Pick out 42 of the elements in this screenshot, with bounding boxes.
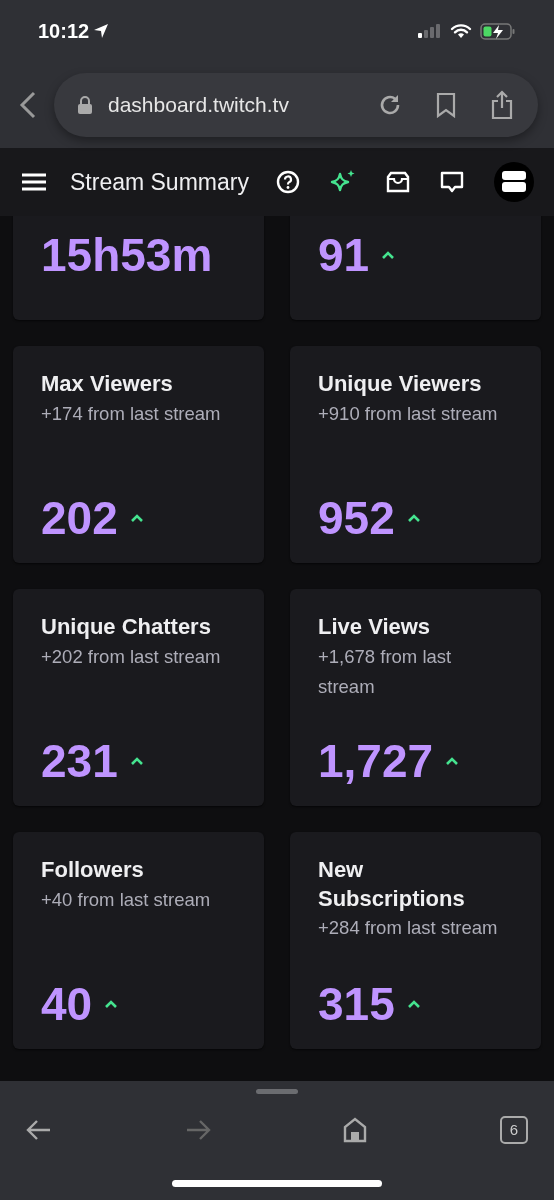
- stat-value: 315: [318, 981, 395, 1027]
- menu-icon[interactable]: [22, 173, 46, 191]
- drag-handle[interactable]: [256, 1089, 298, 1094]
- battery-charging-icon: [480, 22, 516, 40]
- stat-change: +174 from last stream: [41, 401, 222, 426]
- back-chevron-icon[interactable]: [18, 90, 38, 120]
- reload-icon[interactable]: [378, 93, 402, 117]
- stat-change: +202 from last stream: [41, 644, 222, 669]
- stat-title: New Subscriptions: [318, 856, 466, 913]
- stat-value: 952: [318, 495, 395, 541]
- inbox-icon[interactable]: [386, 171, 410, 193]
- wifi-icon: [450, 23, 472, 39]
- lock-icon: [78, 96, 92, 114]
- stat-title: Unique Chatters: [41, 613, 212, 641]
- stat-change: +1,678 from last stream: [318, 644, 453, 700]
- chat-bubble-icon[interactable]: [440, 170, 464, 194]
- page-title: Stream Summary: [70, 167, 250, 197]
- bookmark-icon[interactable]: [436, 92, 456, 118]
- stat-value: 15h53m: [41, 232, 213, 278]
- url-text: dashboard.twitch.tv: [108, 92, 290, 119]
- signal-icon: [418, 24, 442, 38]
- share-icon[interactable]: [490, 90, 514, 120]
- stat-value: 91: [318, 232, 370, 278]
- stat-value: 40: [41, 981, 93, 1027]
- stat-title: Max Viewers: [41, 370, 174, 398]
- clock-time: 10:12: [38, 19, 90, 44]
- stat-value: 1,727: [318, 738, 434, 784]
- tab-count-button[interactable]: 6: [499, 1116, 528, 1144]
- stat-title: Live Views: [318, 613, 432, 641]
- stat-change: +284 from last stream: [318, 916, 499, 941]
- stat-change: +40 from last stream: [41, 887, 212, 912]
- back-arrow-icon[interactable]: [26, 1119, 52, 1141]
- avatar-icon[interactable]: [494, 162, 534, 202]
- address-bar[interactable]: dashboard.twitch.tv: [54, 73, 538, 137]
- stat-title: Followers: [41, 856, 145, 884]
- stat-value: 202: [41, 495, 118, 541]
- stat-title: Unique Viewers: [318, 370, 483, 398]
- stat-value: 231: [41, 738, 118, 784]
- stat-change: +910 from last stream: [318, 401, 499, 426]
- help-icon[interactable]: [276, 170, 300, 194]
- home-icon[interactable]: [343, 1117, 368, 1143]
- location-arrow-icon: [93, 23, 110, 39]
